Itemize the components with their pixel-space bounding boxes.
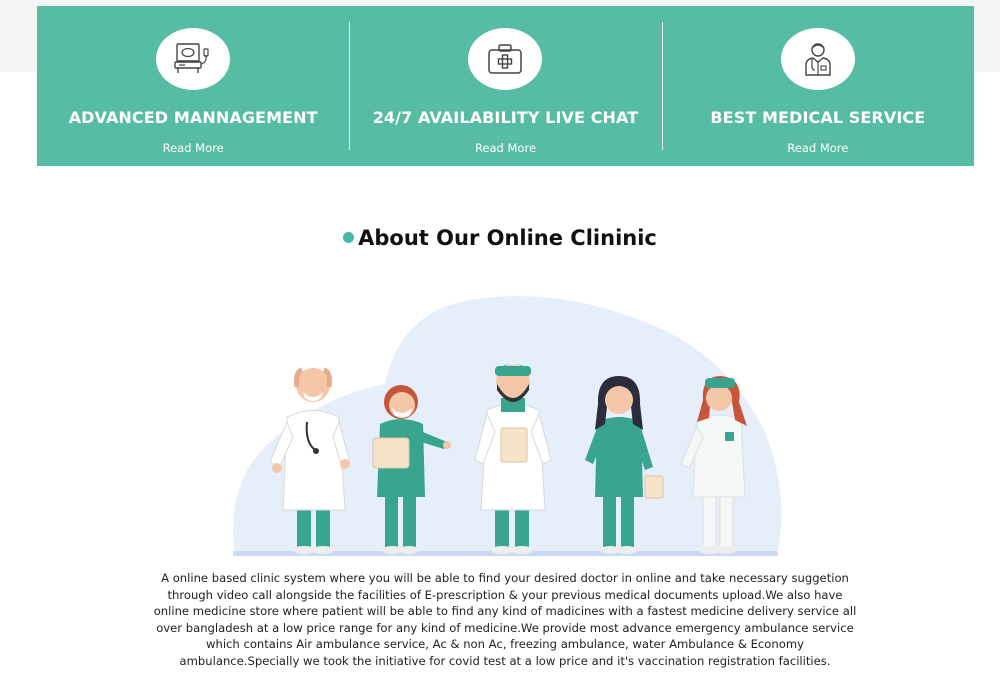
ultrasound-machine-icon bbox=[174, 43, 209, 73]
features-bar: ADVANCED MANNAGEMENT Read More 24/7 AVAI… bbox=[37, 6, 974, 166]
doctor-icon bbox=[805, 43, 831, 76]
feature-icon-circle bbox=[156, 28, 231, 90]
first-aid-kit-icon bbox=[488, 44, 523, 74]
read-more-link[interactable]: Read More bbox=[163, 141, 224, 155]
feature-icon-circle bbox=[780, 28, 855, 90]
feature-title: ADVANCED MANNAGEMENT bbox=[68, 108, 318, 127]
feature-live-chat: 24/7 AVAILABILITY LIVE CHAT Read More bbox=[349, 6, 661, 166]
feature-best-medical-service: BEST MEDICAL SERVICE Read More bbox=[661, 6, 974, 166]
read-more-link[interactable]: Read More bbox=[787, 141, 848, 155]
doctors-team-illustration bbox=[233, 296, 782, 556]
about-description: A online based clinic system where you w… bbox=[153, 571, 857, 668]
about-section-title: About Our Online Clininic bbox=[0, 226, 1000, 250]
feature-advanced-management: ADVANCED MANNAGEMENT Read More bbox=[37, 6, 349, 166]
title-dot-icon bbox=[343, 232, 355, 243]
feature-icon-circle bbox=[468, 28, 543, 90]
feature-title: 24/7 AVAILABILITY LIVE CHAT bbox=[372, 108, 639, 127]
read-more-link[interactable]: Read More bbox=[475, 141, 536, 155]
about-title-text: About Our Online Clininic bbox=[358, 226, 657, 250]
feature-title: BEST MEDICAL SERVICE bbox=[710, 108, 926, 127]
